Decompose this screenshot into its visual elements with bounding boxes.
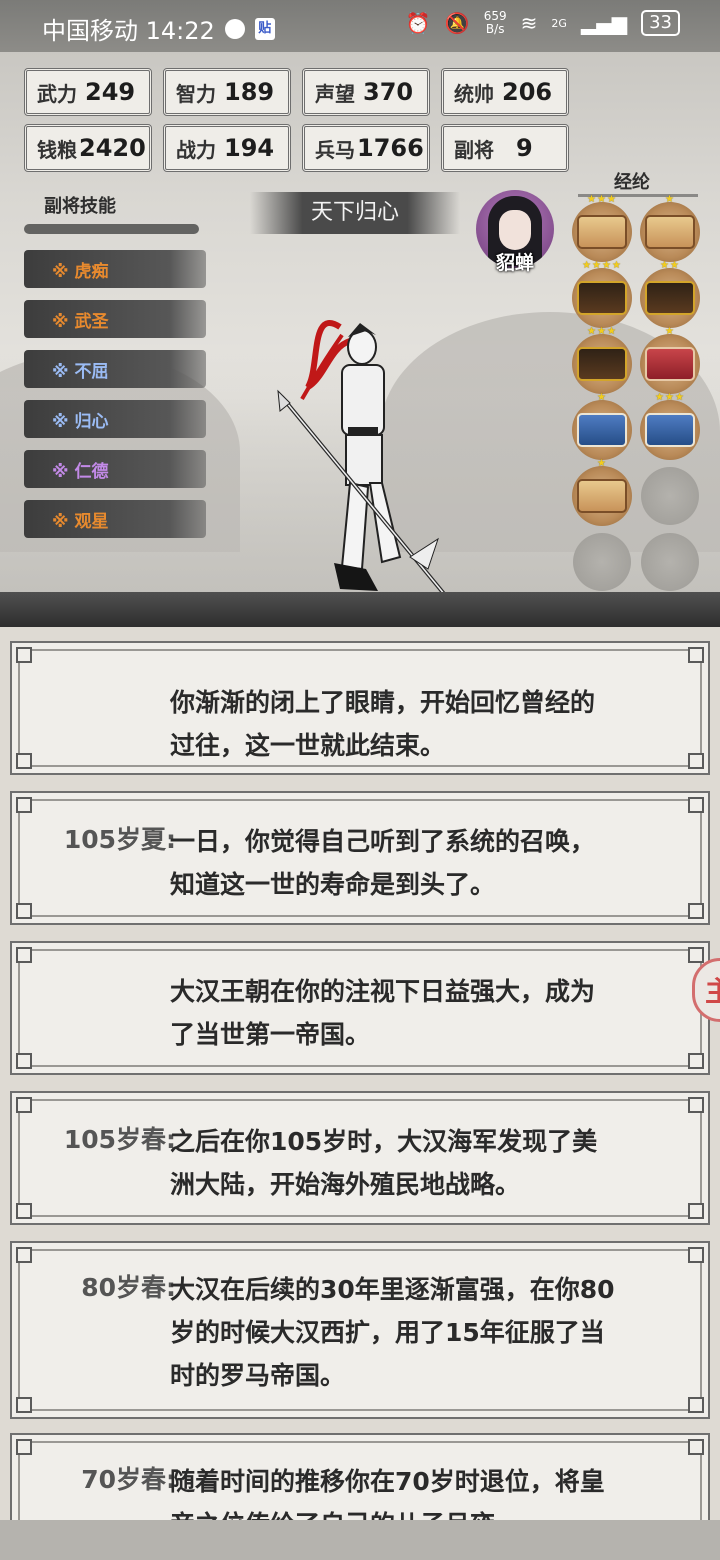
event-card: 105岁春: 之后在你105岁时，大汉海军发现了美 洲大陆，开始海外殖民地战略。 [10,1091,710,1225]
wifi-icon: ≋ [520,11,538,35]
skills-title: 副将技能 [44,196,116,217]
stat-fujiang[interactable]: 副将 9 [441,124,569,172]
skills-divider [24,224,199,234]
book-scroll-icon[interactable]: ★ [572,458,632,526]
signal-icon: 2G [551,16,567,30]
event-text: 大汉在后续的30年里逐渐富强，在你80 岁的时候大汉西扩，用了15年征服了当 时的罗… [170,1275,615,1390]
event-text: 大汉王朝在你的注视下日益强大，成为 了当世第一帝国。 [170,977,596,1049]
skill-item[interactable]: ※ 武圣 [24,300,206,338]
warrior-figure [277,320,447,597]
event-time: 80岁春: [81,1273,176,1302]
companion-name: 貂蝉 [495,252,534,274]
event-text: 随着时间的推移你在70岁时退位，将皇帝之位传给了自己的儿子吕雍。 [170,1467,605,1520]
stat-shengwang: 声望 370 [302,68,430,116]
skill-item[interactable]: ※ 不屈 [24,350,206,388]
stat-zhanli: 战力 194 [163,124,291,172]
book-red-icon[interactable]: ★ [640,326,700,394]
book-scroll-icon[interactable]: ★ [640,194,700,262]
bottom-bar [0,1520,720,1560]
book-blue-icon[interactable]: ★★★ [640,392,700,460]
stat-zhili: 智力 189 [163,68,291,116]
skill-item[interactable]: ※ 归心 [24,400,206,438]
empty-book-slot[interactable] [641,533,699,591]
character-scene: 武力 249 智力 189 声望 370 统帅 206 钱粮 2420 战力 194 兵马 1… [0,52,720,627]
event-time: 70岁春: [81,1465,176,1494]
book-blue-icon[interactable]: ★ [572,392,632,460]
stat-wuli: 武力 249 [24,68,152,116]
signal-bars-icon: ▂▄▆ [580,11,628,35]
event-card: 大汉王朝在你的注视下日益强大，成为 了当世第一帝国。 [10,941,710,1075]
life-event-log[interactable]: 你渐渐的闭上了眼睛，开始回忆曾经的 过往，这一世就此结束。 105岁夏: 一日，你… [0,627,720,1520]
event-card: 70岁春: 随着时间的推移你在70岁时退位，将皇帝之位传给了自己的儿子吕雍。 [10,1433,710,1520]
battery-indicator: 33 [641,10,680,36]
ink-ground [0,592,720,627]
event-card: 你渐渐的闭上了眼睛，开始回忆曾经的 过往，这一世就此结束。 [10,641,710,775]
stat-tongshuai: 统帅 206 [441,68,569,116]
browser-icon [224,18,245,39]
event-card: 80岁春: 大汉在后续的30年里逐渐富强，在你80 岁的时候大汉西扩，用了15年征… [10,1241,710,1419]
mute-icon: 🔕 [444,11,470,35]
alarm-icon: ⏰ [405,11,431,35]
title-banner: 天下归心 [250,192,460,234]
skill-item[interactable]: ※ 观星 [24,500,206,538]
stat-bingma: 兵马 1766 [302,124,430,172]
event-text: 你渐渐的闭上了眼睛，开始回忆曾经的 过往，这一世就此结束。 [170,688,596,760]
book-bamboo-icon[interactable]: ★★ [640,260,700,328]
carrier-time: 中国移动 14:22 [42,17,215,45]
skill-item[interactable]: ※ 仁德 [24,450,206,488]
event-text: 一日，你觉得自己听到了系统的召唤， 知道这一世的寿命是到头了。 [170,827,596,899]
book-bamboo-icon[interactable]: ★★★★ [572,260,632,328]
empty-book-slot[interactable] [573,533,631,591]
event-time: 105岁夏: [63,825,176,854]
book-bamboo-icon[interactable]: ★★★ [572,326,632,394]
event-card: 105岁夏: 一日，你觉得自己听到了系统的召唤， 知道这一世的寿命是到头了。 [10,791,710,925]
event-text: 之后在你105岁时，大汉海军发现了美 洲大陆，开始海外殖民地战略。 [170,1127,598,1199]
empty-book-slot[interactable] [641,467,699,525]
book-scroll-icon[interactable]: ★★★ [572,194,632,262]
status-bar: 中国移动 14:22 贴 ⏰ 🔕 659 B/s ≋ 2G ▂▄▆ 33 [0,0,720,52]
event-time: 105岁春: [63,1125,176,1154]
skill-item[interactable]: ※ 虎痴 [24,250,206,288]
network-speed: 659 B/s [483,9,507,36]
stat-qianliang: 钱粮 2420 [24,124,152,172]
app-notification-icon: 贴 [254,17,275,40]
jinglun-title: 经纶 [614,172,650,193]
